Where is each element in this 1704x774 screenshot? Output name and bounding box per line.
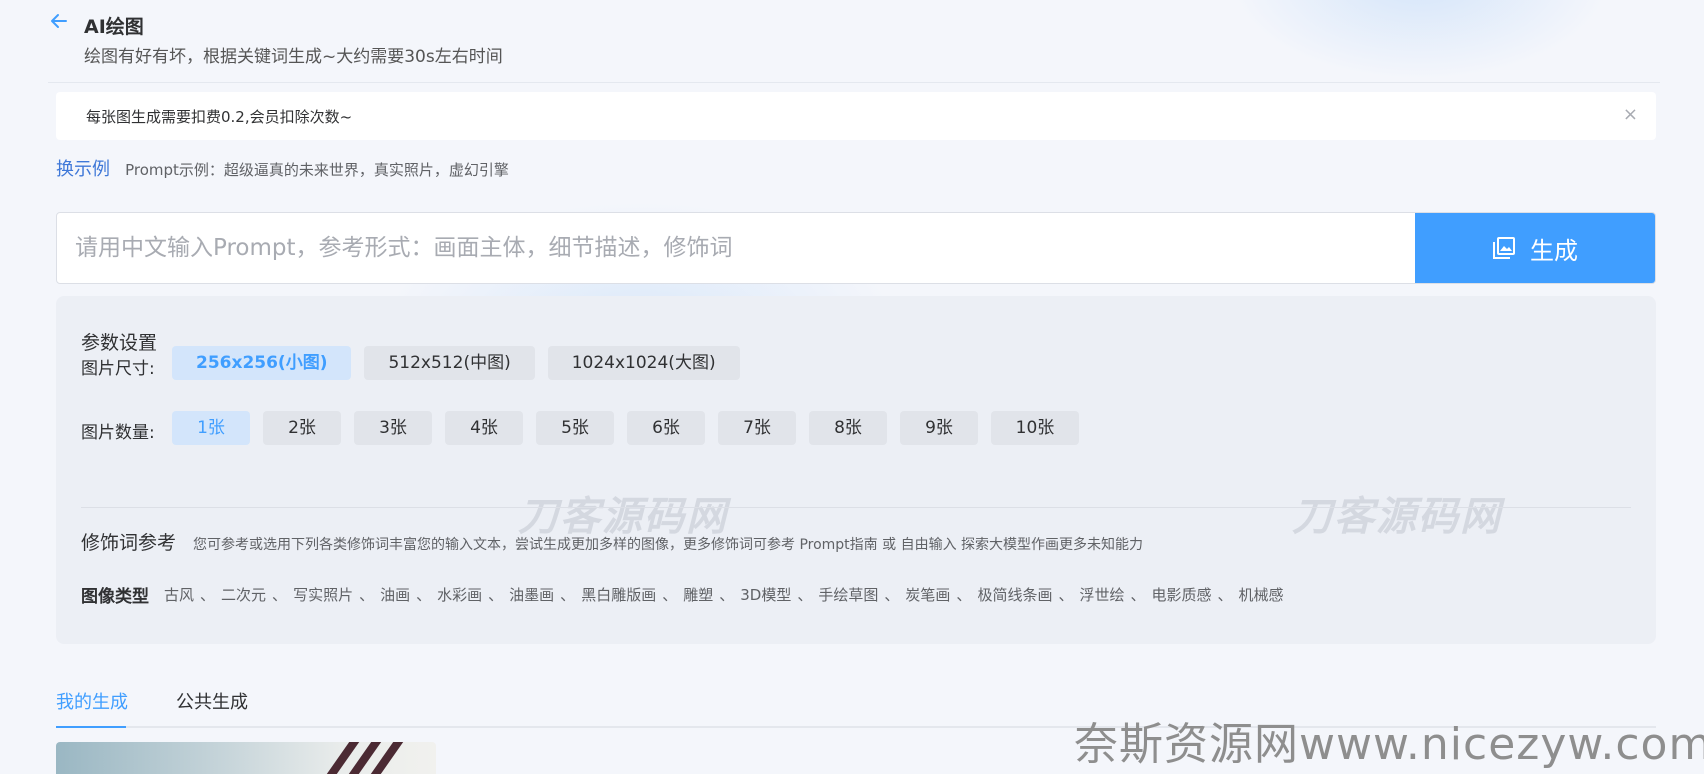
page-subtitle: 绘图有好有坏，根据关键词生成~大约需要30s左右时间 (84, 47, 503, 67)
style-list: 古风、二次元、写实照片、油画、水彩画、油墨画、黑白雕版画、雕塑、 3D模型、手绘草… (164, 584, 1284, 605)
modifier-title: 修饰词参考 (81, 532, 177, 554)
style-separator: 、 (797, 586, 813, 604)
style-separator: 、 (488, 586, 504, 604)
prompt-example-text: Prompt示例：超级逼真的未来世界，真实照片，虚幻引擎 (125, 161, 509, 179)
tab-public-generations[interactable]: 公共生成 (176, 688, 248, 714)
close-icon[interactable]: × (1623, 105, 1638, 125)
count-option-9[interactable]: 9张 (900, 411, 978, 445)
style-separator: 、 (719, 586, 735, 604)
count-option-4[interactable]: 4张 (445, 411, 523, 445)
generated-image-thumbnail[interactable] (56, 742, 436, 774)
style-item[interactable]: 手绘草图 (818, 586, 878, 604)
divider (81, 507, 1631, 508)
prompt-bar: 生成 (56, 212, 1656, 284)
style-item[interactable]: 油墨画 (509, 586, 554, 604)
prompt-input[interactable] (57, 213, 1415, 283)
size-label: 图片尺寸: (81, 359, 155, 379)
tab-my-generations[interactable]: 我的生成 (56, 688, 128, 714)
params-title: 参数设置 (81, 332, 158, 354)
style-separator: 、 (1217, 586, 1233, 604)
count-option-10[interactable]: 10张 (991, 411, 1079, 445)
style-separator: 、 (1058, 586, 1074, 604)
active-tab-indicator (56, 726, 126, 728)
count-option-8[interactable]: 8张 (809, 411, 887, 445)
page-header: AI绘图 绘图有好有坏，根据关键词生成~大约需要30s左右时间 (48, 6, 1660, 83)
picture-icon (1493, 237, 1515, 259)
generate-button[interactable]: 生成 (1415, 213, 1655, 283)
notice-text: 每张图生成需要扣费0.2,会员扣除次数~ (86, 108, 353, 126)
style-separator: 、 (662, 586, 678, 604)
style-separator: 、 (359, 586, 375, 604)
style-separator: 、 (956, 586, 972, 604)
style-item[interactable]: 二次元 (221, 586, 266, 604)
watermark-text: 刀客源码网 (1292, 494, 1502, 540)
modifier-description: 您可参考或选用下列各类修饰词丰富您的输入文本，尝试生成更加多样的图像，更多修饰词… (193, 537, 1144, 553)
count-option-1[interactable]: 1张 (172, 411, 250, 445)
count-options: 1张 2张 3张 4张 5张 6张 7张 8张 9张 10张 (172, 411, 1079, 445)
count-option-6[interactable]: 6张 (627, 411, 705, 445)
count-label: 图片数量: (81, 423, 155, 443)
style-separator: 、 (1130, 586, 1146, 604)
size-option-512[interactable]: 512x512(中图) (364, 346, 535, 380)
style-item[interactable]: 3D模型 (740, 586, 791, 604)
example-row: 换示例 Prompt示例：超级逼真的未来世界，真实照片，虚幻引擎 (56, 155, 509, 181)
style-item[interactable]: 油画 (380, 586, 410, 604)
arrow-left-icon[interactable] (48, 10, 70, 32)
style-separator: 、 (200, 586, 216, 604)
style-item[interactable]: 机械感 (1239, 586, 1284, 604)
generate-label: 生成 (1530, 236, 1578, 265)
style-item[interactable]: 水彩画 (437, 586, 482, 604)
style-separator: 、 (884, 586, 900, 604)
style-label: 图像类型 (81, 587, 149, 607)
count-option-7[interactable]: 7张 (718, 411, 796, 445)
notice-banner: 每张图生成需要扣费0.2,会员扣除次数~ × (56, 92, 1656, 140)
style-item[interactable]: 极简线条画 (977, 586, 1052, 604)
size-option-1024[interactable]: 1024x1024(大图) (547, 346, 740, 380)
style-separator: 、 (560, 586, 576, 604)
style-item[interactable]: 炭笔画 (905, 586, 950, 604)
style-item[interactable]: 浮世绘 (1079, 586, 1124, 604)
change-example-link[interactable]: 换示例 (56, 159, 110, 180)
style-item[interactable]: 写实照片 (293, 586, 353, 604)
params-panel: 参数设置 图片尺寸: 256x256(小图) 512x512(中图) 1024x… (56, 296, 1656, 644)
site-watermark: 奈斯资源网www.nicezyw.com (1074, 719, 1704, 770)
count-option-3[interactable]: 3张 (354, 411, 432, 445)
size-options: 256x256(小图) 512x512(中图) 1024x1024(大图) (172, 346, 740, 380)
style-item[interactable]: 电影质感 (1152, 586, 1212, 604)
count-option-5[interactable]: 5张 (536, 411, 614, 445)
style-item[interactable]: 古风 (164, 586, 194, 604)
count-option-2[interactable]: 2张 (263, 411, 341, 445)
page-title: AI绘图 (84, 16, 144, 38)
style-item[interactable]: 黑白雕版画 (581, 586, 656, 604)
size-option-256[interactable]: 256x256(小图) (172, 346, 352, 380)
style-separator: 、 (272, 586, 288, 604)
style-item[interactable]: 雕塑 (683, 586, 713, 604)
style-separator: 、 (416, 586, 432, 604)
